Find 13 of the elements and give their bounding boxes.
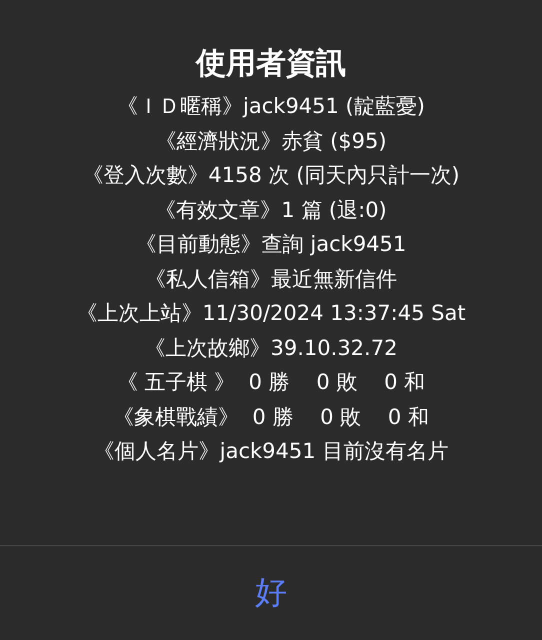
info-line: 《經濟狀況》赤貧 ($95) (155, 128, 387, 154)
info-line: 《登入次數》4158 次 (同天內只計一次) (82, 162, 460, 189)
info-line: 《ＩＤ暱稱》jack9451 (靛藍憂) (117, 93, 425, 120)
info-line: 《上次故鄉》39.10.32.72 (144, 334, 398, 362)
info-line: 《上次上站》11/30/2024 13:37:45 Sat (76, 300, 466, 327)
ok-button[interactable]: 好 (0, 546, 542, 640)
alert-title: 使用者資訊 (196, 45, 346, 83)
info-line: 《私人信箱》最近無新信件 (145, 266, 397, 292)
info-line: 《有效文章》1 篇 (退:0) (155, 196, 387, 224)
info-line: 《目前動態》查詢 jack9451 (136, 231, 406, 258)
info-line: 《象棋戰績》 0 勝 0 敗 0 和 (113, 404, 429, 430)
info-line: 《 五子棋 》 0 勝 0 敗 0 和 (116, 369, 426, 396)
info-line: 《個人名片》jack9451 目前沒有名片 (94, 438, 448, 465)
